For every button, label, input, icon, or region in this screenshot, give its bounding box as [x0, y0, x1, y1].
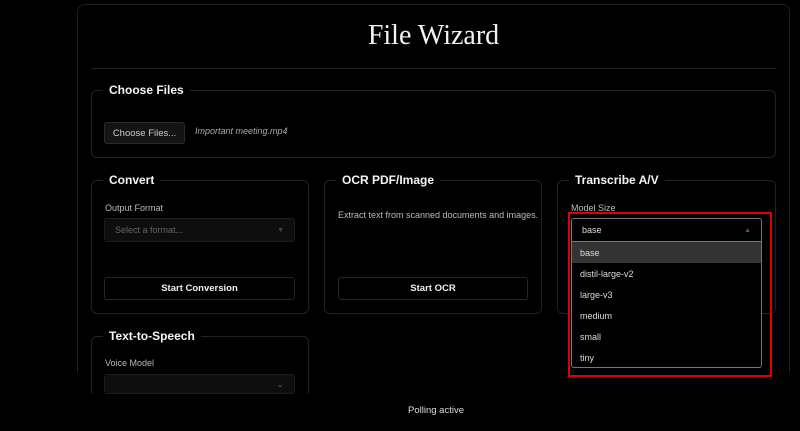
choose-files-button[interactable]: Choose Files... [104, 122, 185, 144]
page-title: File Wizard [367, 20, 500, 51]
choose-files-legend: Choose Files [103, 83, 190, 97]
highlight-box [568, 212, 772, 377]
divider [91, 68, 776, 69]
convert-legend: Convert [103, 173, 161, 187]
ocr-legend: OCR PDF/Image [336, 173, 441, 187]
tts-section: Text-to-Speech Voice Model ⌄ [91, 328, 309, 394]
output-format-placeholder: Select a format... [115, 225, 184, 235]
status-text: Polling active [408, 405, 464, 416]
ocr-description: Extract text from scanned documents and … [338, 210, 539, 220]
start-conversion-button[interactable]: Start Conversion [104, 277, 295, 300]
chevron-down-icon: ⌄ [276, 378, 284, 389]
choose-files-section [91, 90, 776, 158]
voice-model-label: Voice Model [105, 358, 155, 368]
transcribe-legend: Transcribe A/V [569, 173, 665, 187]
voice-model-select[interactable]: ⌄ [104, 374, 295, 394]
output-format-select[interactable]: Select a format... ▼ [104, 218, 295, 242]
chevron-down-icon: ▼ [277, 226, 284, 234]
output-format-label: Output Format [105, 203, 164, 213]
tts-legend: Text-to-Speech [103, 329, 201, 343]
start-ocr-button[interactable]: Start OCR [338, 277, 528, 300]
selected-file-name: Important meeting.mp4 [195, 126, 288, 136]
